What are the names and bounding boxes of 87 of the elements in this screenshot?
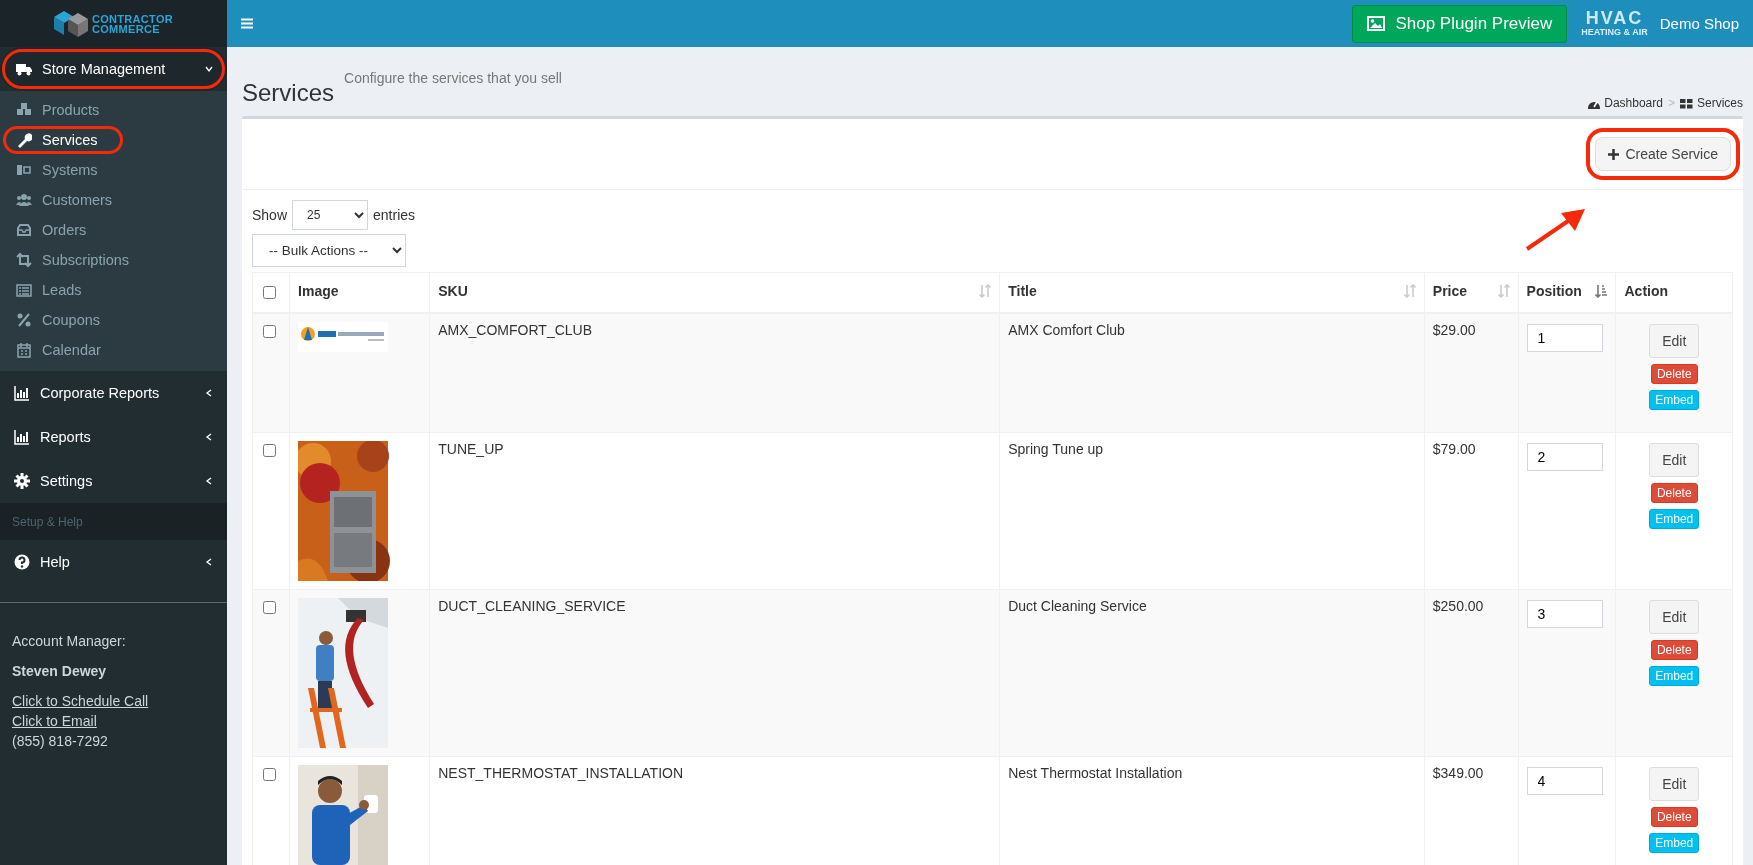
sidebar-menu-item[interactable]: Reports: [0, 415, 227, 459]
image-icon: [1367, 16, 1386, 31]
table-cell: Spring Tune up: [999, 432, 1425, 590]
chevron-left-icon: [205, 389, 213, 397]
page-title: Services: [242, 80, 335, 106]
page-subtitle: Configure the services that you sell: [344, 70, 563, 86]
phone-number: (855) 818-7292: [12, 732, 109, 751]
help-icon: [14, 554, 30, 570]
chevron-left-icon: [205, 433, 213, 441]
sort-icon: [979, 284, 992, 298]
sidebar-submenu-item[interactable]: Services: [6, 129, 120, 151]
edit-button[interactable]: Edit: [1649, 324, 1700, 358]
sort-ascending-icon: [1595, 284, 1608, 298]
link[interactable]: Click to Email: [12, 711, 97, 731]
sidebar-submenu-item[interactable]: Coupons: [6, 309, 111, 331]
chevron-left-icon: [205, 558, 213, 566]
gear-icon: [14, 473, 30, 489]
shop-name[interactable]: Demo Shop: [1659, 15, 1739, 32]
delete-button[interactable]: Delete: [1650, 483, 1698, 503]
sidebar-menu-item[interactable]: Help: [0, 540, 227, 584]
bar-chart-icon: [14, 429, 30, 445]
checkbox[interactable]: [263, 325, 276, 338]
table-cell: $29.00: [1424, 313, 1519, 433]
grid-icon: [1680, 96, 1694, 110]
logo-text: COMMERCE: [92, 23, 160, 34]
sidebar-submenu-item[interactable]: Orders: [6, 219, 97, 241]
table-cell: $250.00: [1424, 589, 1519, 757]
delete-button[interactable]: Delete: [1650, 807, 1698, 827]
chevron-left-icon: [205, 477, 213, 485]
label: Show: [252, 207, 288, 223]
inbox-icon: [16, 222, 32, 238]
position-field[interactable]: 4: [1526, 767, 1603, 795]
edit-button[interactable]: Edit: [1649, 600, 1700, 634]
shop-logo-text: HVAC: [1585, 10, 1644, 27]
table-cell: AMX_COMFORT_CLUB: [429, 313, 1000, 433]
table-cell: $79.00: [1424, 432, 1519, 590]
list-icon: [16, 282, 32, 298]
edit-button[interactable]: Edit: [1649, 767, 1700, 801]
sidebar-submenu-item[interactable]: Systems: [6, 159, 108, 181]
chevron-down-icon: [205, 65, 213, 73]
sidebar-menu-item[interactable]: Settings: [0, 459, 227, 503]
sidebar-submenu-item[interactable]: Products: [6, 99, 110, 121]
sidebar-menu-item[interactable]: Corporate Reports: [0, 371, 227, 415]
position-field[interactable]: 2: [1526, 443, 1603, 471]
table-cell: TUNE_UP: [429, 432, 1000, 590]
table-cell: AMX Comfort Club: [999, 313, 1425, 433]
menu-icon: [241, 18, 253, 29]
position-field[interactable]: 3: [1526, 600, 1603, 628]
position-field[interactable]: 1: [1526, 324, 1603, 352]
cube-logo-icon: [54, 8, 88, 39]
breadcrumb-separator: >: [1667, 96, 1675, 110]
bulk-actions-select[interactable]: -- Bulk Actions --: [252, 234, 406, 267]
account-label: Account Manager:: [12, 632, 127, 651]
label: entries: [373, 207, 416, 223]
sidebar-submenu-item[interactable]: Customers: [6, 189, 123, 211]
sidebar-menu-item[interactable]: Store Management: [0, 47, 227, 91]
table-cell: DUCT_CLEANING_SERVICE: [429, 589, 1000, 757]
account-manager-name: Steven Dewey: [12, 662, 108, 681]
logo-text: CONTRACTOR: [92, 13, 173, 24]
sidebar-submenu-item[interactable]: Subscriptions: [6, 249, 140, 271]
delete-button[interactable]: Delete: [1650, 364, 1698, 384]
sidebar-submenu-item[interactable]: Leads: [6, 279, 92, 301]
checkbox[interactable]: [263, 444, 276, 457]
table-cell: Duct Cleaning Service: [999, 589, 1425, 757]
menu-button[interactable]: [241, 18, 253, 29]
breadcrumb-link[interactable]: Dashboard: [1587, 96, 1663, 110]
percent-icon: [16, 312, 32, 328]
checkbox[interactable]: [263, 286, 276, 299]
sort-icon: [1497, 284, 1510, 298]
plus-icon: [1608, 148, 1620, 160]
shop-logo-text: HEATING & AIR: [1581, 27, 1648, 37]
checkbox[interactable]: [263, 768, 276, 781]
sidebar-submenu-item[interactable]: Calendar: [6, 339, 111, 361]
link[interactable]: Click to Schedule Call: [12, 691, 149, 711]
calendar-icon: [16, 342, 32, 358]
breadcrumb-link[interactable]: Services: [1680, 96, 1743, 110]
bar-chart-icon: [14, 385, 30, 401]
wrench-icon: [16, 132, 32, 148]
page-size-select[interactable]: 25: [292, 200, 369, 230]
truck-icon: [16, 61, 32, 77]
delete-button[interactable]: Delete: [1650, 640, 1698, 660]
checkbox[interactable]: [263, 601, 276, 614]
users-icon: [16, 192, 32, 208]
sort-icon: [1403, 284, 1416, 298]
cubes-icon: [16, 102, 32, 118]
section-header: Setup & Help: [0, 503, 227, 540]
edit-button[interactable]: Edit: [1649, 443, 1700, 477]
